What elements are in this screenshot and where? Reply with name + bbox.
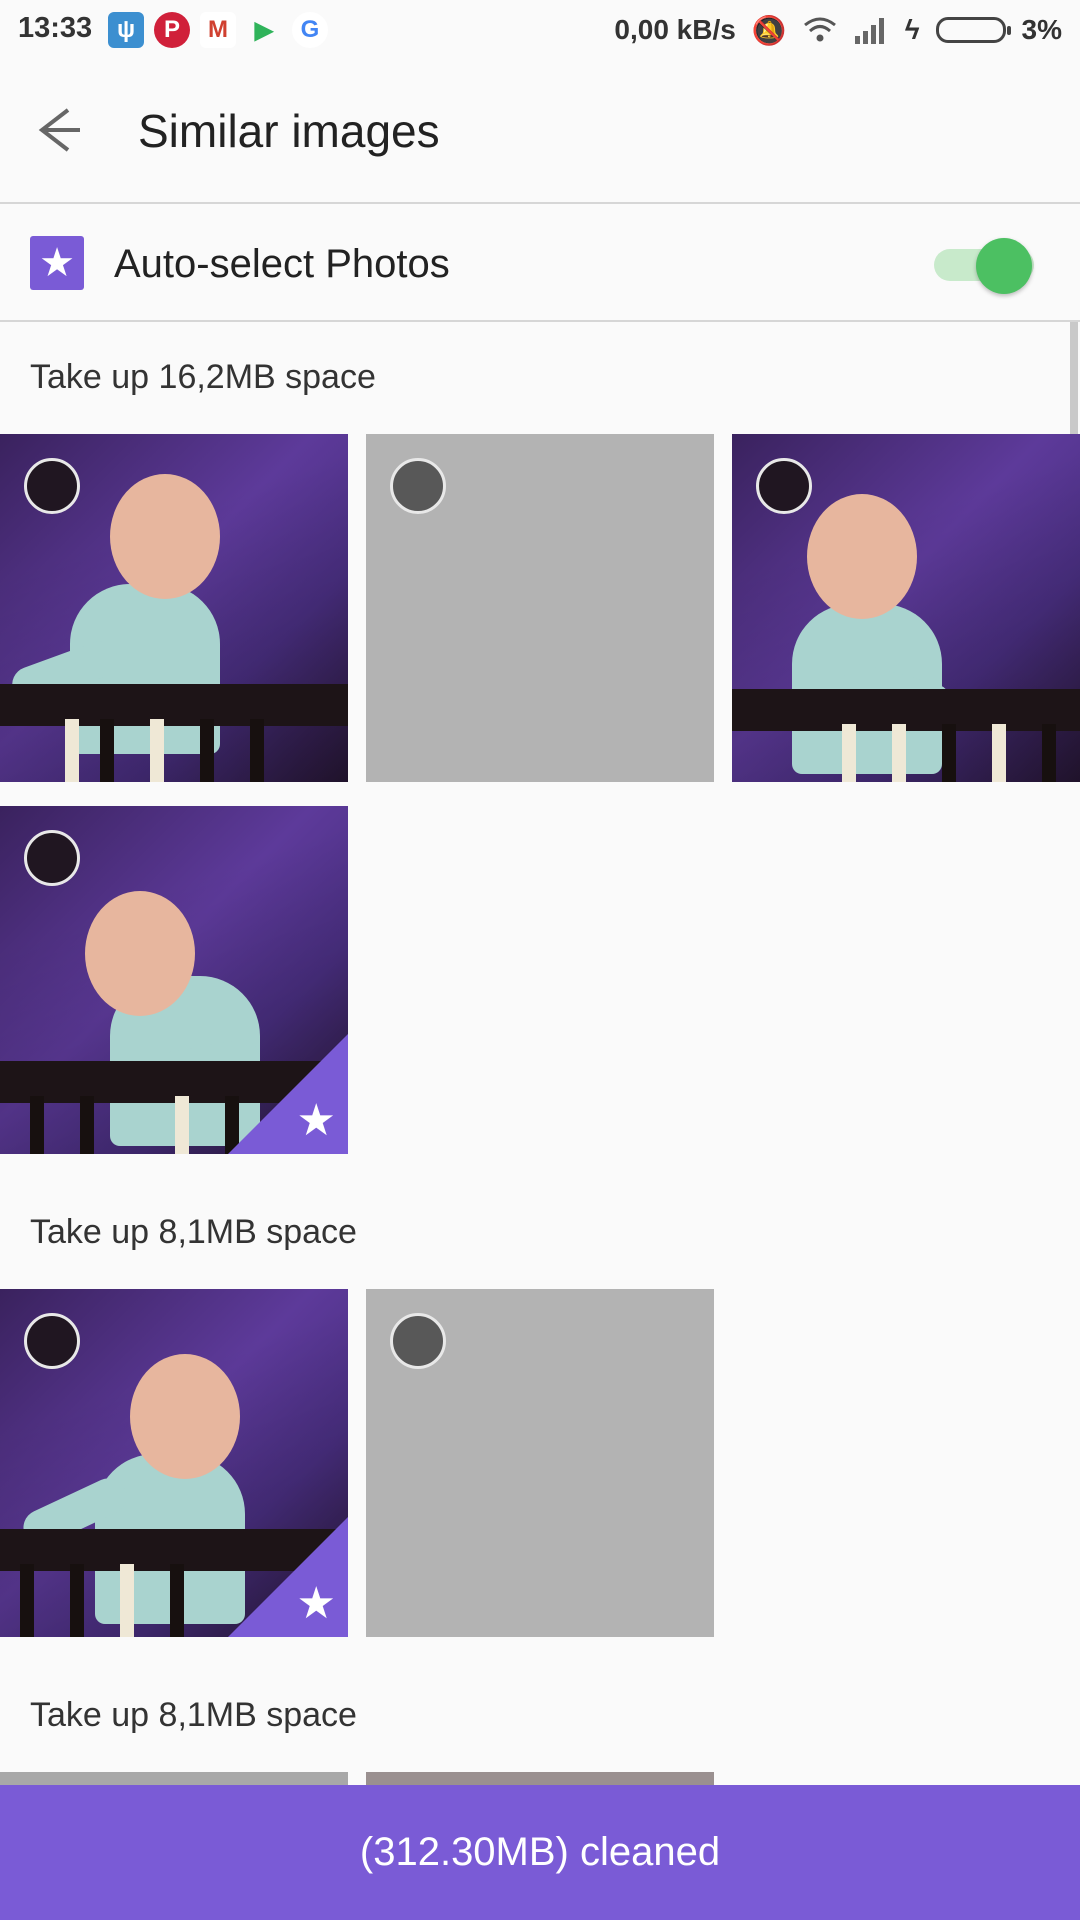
- photo-thumbnail[interactable]: ★: [0, 1289, 348, 1637]
- select-checkbox[interactable]: [390, 1313, 446, 1369]
- pinterest-icon: P: [154, 12, 190, 48]
- clean-button-label: (312.30MB) cleaned: [359, 1830, 721, 1874]
- star-icon: ★: [296, 1096, 336, 1145]
- battery-icon: [935, 17, 1011, 43]
- google-icon: G: [292, 12, 328, 48]
- auto-select-label: Auto-select Photos: [114, 242, 450, 286]
- app-bar: Similar images: [0, 60, 1080, 204]
- auto-select-row: ★ Auto-select Photos: [0, 204, 1080, 322]
- select-checkbox[interactable]: [24, 1313, 80, 1369]
- play-store-icon: ▶: [254, 16, 274, 44]
- gmail-icon: M: [200, 12, 236, 48]
- status-time: 13:33: [18, 12, 93, 44]
- select-checkbox[interactable]: [390, 458, 446, 514]
- network-speed: 0,00 kB/s: [614, 14, 736, 45]
- signal-icon: [854, 18, 884, 44]
- wifi-icon: [803, 17, 836, 42]
- battery-percent: 3%: [1021, 14, 1062, 45]
- usb-icon: ψ: [108, 12, 144, 48]
- photo-thumbnail[interactable]: ★: [0, 806, 348, 1154]
- scrollbar[interactable]: [1070, 322, 1078, 446]
- group-size-label: Take up 8,1MB space: [30, 1696, 357, 1734]
- toggle-knob: [976, 238, 1032, 294]
- status-right: 0,00 kB/s 🔕 ϟ 3%: [614, 12, 1062, 48]
- photo-thumbnail[interactable]: [366, 434, 714, 782]
- photo-thumbnail[interactable]: [366, 1289, 714, 1637]
- clean-button[interactable]: (312.30MB) cleaned: [0, 1785, 1080, 1920]
- photo-thumbnail[interactable]: [366, 1772, 714, 1785]
- page-title: Similar images: [138, 105, 440, 157]
- photo-thumbnail[interactable]: [732, 434, 1080, 782]
- select-checkbox[interactable]: [24, 830, 80, 886]
- star-icon: ★: [296, 1579, 336, 1628]
- back-arrow-icon[interactable]: [28, 100, 88, 160]
- notification-icons: ψ P M ▶ G: [108, 12, 328, 48]
- group-size-label: Take up 16,2MB space: [30, 358, 376, 396]
- select-checkbox[interactable]: [24, 458, 80, 514]
- photo-thumbnail[interactable]: [0, 1772, 348, 1785]
- charging-icon: ϟ: [904, 14, 920, 45]
- status-bar: 13:33 ψ P M ▶ G 0,00 kB/s 🔕 ϟ 3%: [0, 0, 1080, 60]
- select-checkbox[interactable]: [756, 458, 812, 514]
- auto-select-toggle[interactable]: [934, 238, 1038, 294]
- bell-off-icon: 🔕: [751, 14, 787, 46]
- star-badge-icon: ★: [30, 236, 84, 290]
- group-size-label: Take up 8,1MB space: [30, 1213, 357, 1251]
- photo-thumbnail[interactable]: [0, 434, 348, 782]
